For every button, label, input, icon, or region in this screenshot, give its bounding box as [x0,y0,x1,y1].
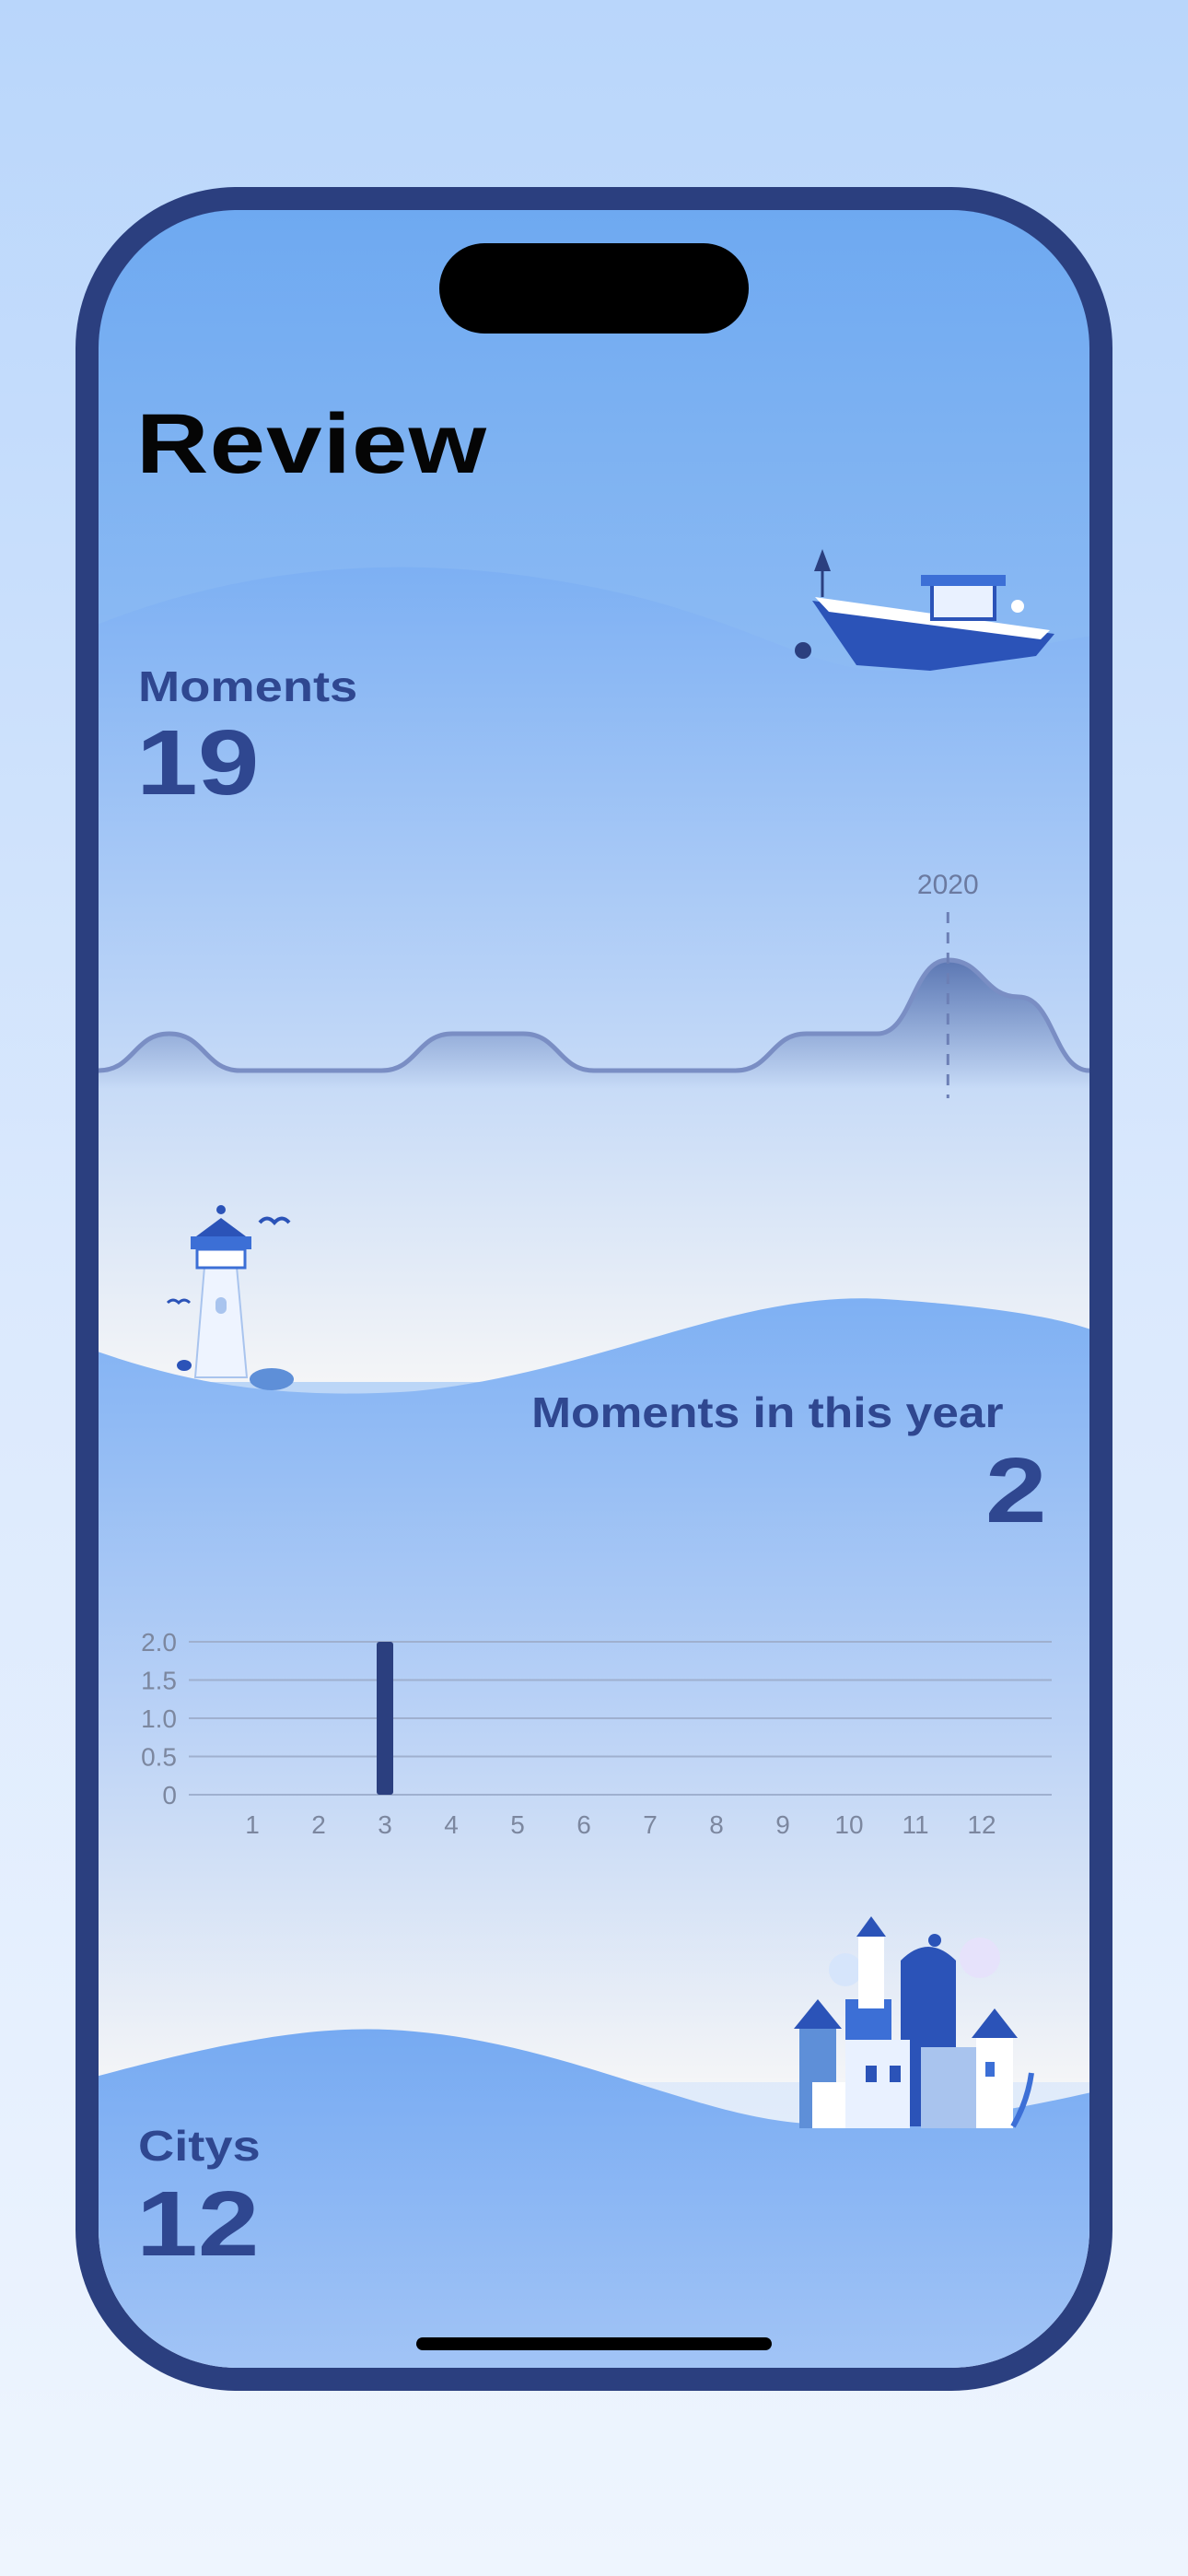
dynamic-island [439,243,749,334]
x-tick-label: 4 [444,1810,459,1839]
x-tick-label: 12 [967,1810,996,1839]
bar-month-3 [377,1642,393,1795]
x-tick-label: 2 [311,1810,326,1839]
citys-count: 12 [136,2172,260,2276]
home-indicator[interactable] [416,2337,772,2350]
moments-year-label: Moments in this year [531,1388,1004,1436]
x-tick-label: 10 [834,1810,863,1839]
x-tick-label: 9 [775,1810,790,1839]
x-tick-label: 1 [245,1810,260,1839]
x-tick-label: 6 [577,1810,591,1839]
y-tick-label: 1.0 [141,1704,177,1733]
y-tick-label: 0.5 [141,1743,177,1772]
x-tick-label: 8 [709,1810,724,1839]
x-tick-label: 3 [378,1810,392,1839]
citys-label: Citys [138,2122,261,2170]
x-tick-label: 7 [643,1810,658,1839]
page-title: Review [136,397,488,491]
moments-marker-label: 2020 [917,870,979,900]
y-tick-label: 0 [162,1781,177,1809]
y-tick-label: 1.5 [141,1667,177,1695]
x-tick-label: 5 [510,1810,525,1839]
x-tick-label: 11 [902,1810,928,1839]
y-tick-label: 2.0 [141,1628,177,1657]
moments-label: Moments [138,662,358,710]
moments-count: 19 [136,711,260,814]
moments-year-count: 2 [985,1439,1047,1542]
